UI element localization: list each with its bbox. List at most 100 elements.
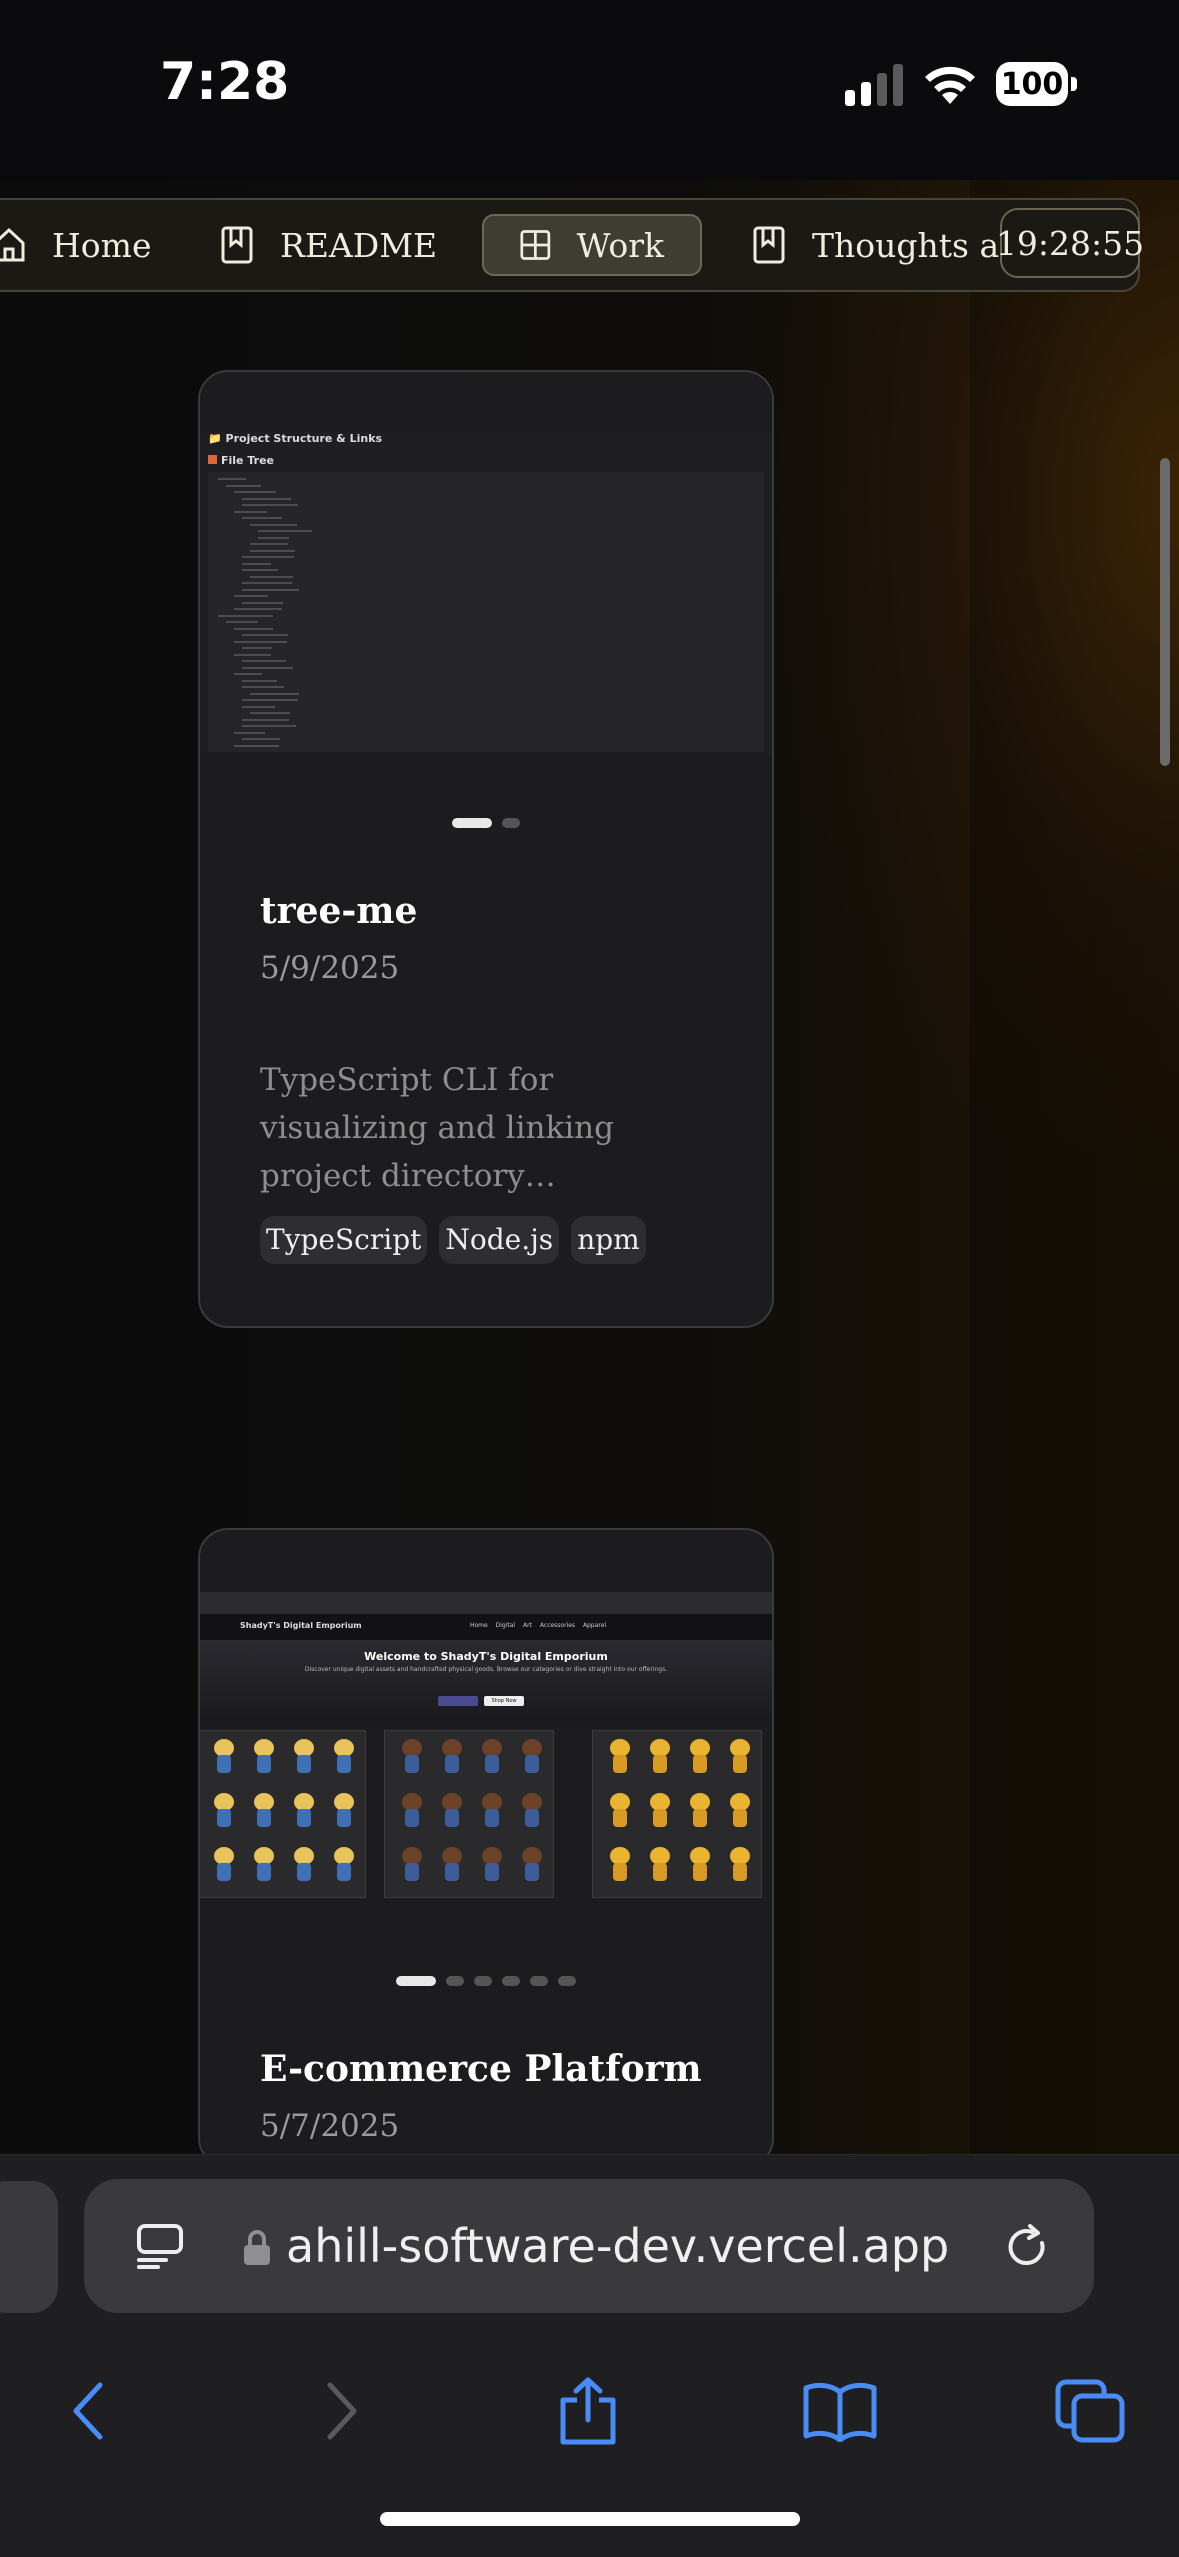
tag-list: TypeScript Node.js npm: [260, 1216, 646, 1264]
project-title[interactable]: tree-me: [260, 890, 417, 932]
tree-line: [242, 666, 293, 669]
reload-icon[interactable]: [1004, 2223, 1052, 2271]
sprite-figure: [397, 1793, 427, 1831]
share-button[interactable]: [548, 2371, 628, 2451]
tree-line: [242, 718, 289, 721]
sprite-figure: [605, 1793, 635, 1831]
book-icon: [753, 226, 785, 264]
tag: Node.js: [439, 1216, 560, 1264]
url-text[interactable]: ahill-software-dev.vercel.app: [286, 2219, 949, 2273]
carousel-dot[interactable]: [558, 1976, 576, 1986]
back-button[interactable]: [48, 2371, 128, 2451]
tree-line: [234, 608, 282, 610]
wifi-icon: [925, 66, 975, 104]
sprite-figure: [477, 1793, 507, 1831]
sprite-figure: [517, 1793, 547, 1831]
tree-line: [242, 497, 291, 500]
tree-line: [250, 543, 288, 545]
sprite-figure: [437, 1847, 467, 1885]
preview-hero-subtitle: Discover unique digital assets and handc…: [304, 1666, 668, 1673]
address-bar[interactable]: ahill-software-dev.vercel.app: [84, 2179, 1094, 2313]
sprite-figure: [725, 1847, 755, 1885]
preview-navbar: ShadyT's Digital Emporium Home Digital A…: [200, 1614, 772, 1640]
file-tree-preview: [208, 472, 764, 752]
tree-line: [234, 510, 267, 513]
page-scrollbar[interactable]: [1160, 458, 1170, 766]
tree-line: [242, 679, 277, 682]
sprite-figure: [517, 1739, 547, 1777]
nav-item-label: Home: [52, 225, 152, 265]
tree-line: [242, 582, 292, 584]
nav-item-readme[interactable]: README: [220, 214, 437, 276]
preview-hero: Welcome to ShadyT's Digital Emporium Dis…: [200, 1640, 772, 1722]
tree-line: [258, 530, 312, 532]
battery-icon: 100: [996, 62, 1078, 108]
carousel-dot[interactable]: [502, 1976, 520, 1986]
sprite-figure: [289, 1847, 319, 1885]
project-card-ecommerce[interactable]: ShadyT's Digital Emporium Home Digital A…: [198, 1528, 774, 2168]
product-tile-creature: [592, 1730, 762, 1898]
sprite-figure: [605, 1847, 635, 1885]
tree-line: [218, 478, 246, 480]
carousel-dot[interactable]: [452, 818, 492, 828]
project-date: 5/7/2025: [260, 2108, 400, 2144]
carousel-dot[interactable]: [502, 818, 520, 828]
tree-line: [250, 712, 290, 714]
preview-heading: 📁 Project Structure & Links: [208, 432, 383, 445]
nav-item-home[interactable]: Home: [0, 214, 151, 276]
tag: TypeScript: [260, 1216, 428, 1264]
tree-line: [250, 549, 295, 552]
tree-line: [226, 484, 261, 487]
battery-level: 100: [1000, 66, 1064, 102]
tag: npm: [571, 1216, 646, 1264]
carousel-dot[interactable]: [474, 1976, 492, 1986]
project-screenshot[interactable]: ShadyT's Digital Emporium Home Digital A…: [200, 1530, 772, 1912]
nav-item-work[interactable]: Work: [482, 214, 702, 276]
sprite-figure: [437, 1793, 467, 1831]
tree-line: [242, 738, 280, 740]
sprite-figure: [517, 1847, 547, 1885]
carousel-dot[interactable]: [530, 1976, 548, 1986]
project-screenshot[interactable]: 📁 Project Structure & Links File Tree: [200, 372, 772, 754]
sprite-figure: [605, 1739, 635, 1777]
sprite-figure: [329, 1847, 359, 1885]
tree-line: [242, 562, 271, 565]
reader-icon[interactable]: [136, 2223, 184, 2269]
preview-shop-button: Shop Now: [484, 1696, 524, 1706]
carousel-dot[interactable]: [396, 1976, 436, 1986]
bookmarks-button[interactable]: [800, 2371, 880, 2451]
preview-menu: Home Digital Art Accessories Apparel: [470, 1622, 607, 1629]
tree-line: [234, 744, 279, 747]
sprite-figure: [477, 1739, 507, 1777]
tree-line: [242, 725, 296, 727]
tabs-icon: [1055, 2379, 1125, 2443]
cellular-signal-icon: [845, 64, 903, 106]
forward-button[interactable]: [302, 2371, 382, 2451]
preview-hero-title: Welcome to ShadyT's Digital Emporium: [364, 1650, 608, 1663]
nav-item-label: Work: [576, 225, 664, 265]
sprite-figure: [685, 1793, 715, 1831]
home-indicator: [380, 2512, 800, 2526]
bookmarks-icon: [803, 2382, 877, 2442]
tree-line: [242, 699, 298, 701]
tree-line: [242, 504, 298, 506]
tree-line: [234, 627, 273, 630]
tree-line: [250, 692, 299, 695]
tree-line: [234, 640, 287, 643]
previous-tab-pill[interactable]: [0, 2181, 58, 2313]
sprite-figure: [249, 1739, 279, 1777]
tabs-button[interactable]: [1050, 2371, 1130, 2451]
sprite-figure: [725, 1739, 755, 1777]
tree-line: [234, 595, 268, 597]
tree-line: [242, 660, 286, 662]
project-title[interactable]: E-commerce Platform: [260, 2048, 702, 2090]
lock-icon: [244, 2230, 270, 2265]
tree-line: [242, 705, 275, 708]
browser-chrome: ahill-software-dev.vercel.app: [0, 2154, 1179, 2557]
sprite-figure: [289, 1739, 319, 1777]
tree-line: [218, 614, 273, 617]
carousel-dot[interactable]: [446, 1976, 464, 1986]
nav-item-label: README: [280, 225, 438, 265]
project-card-tree-me[interactable]: 📁 Project Structure & Links File Tree tr…: [198, 370, 774, 1328]
back-icon: [73, 2382, 103, 2440]
